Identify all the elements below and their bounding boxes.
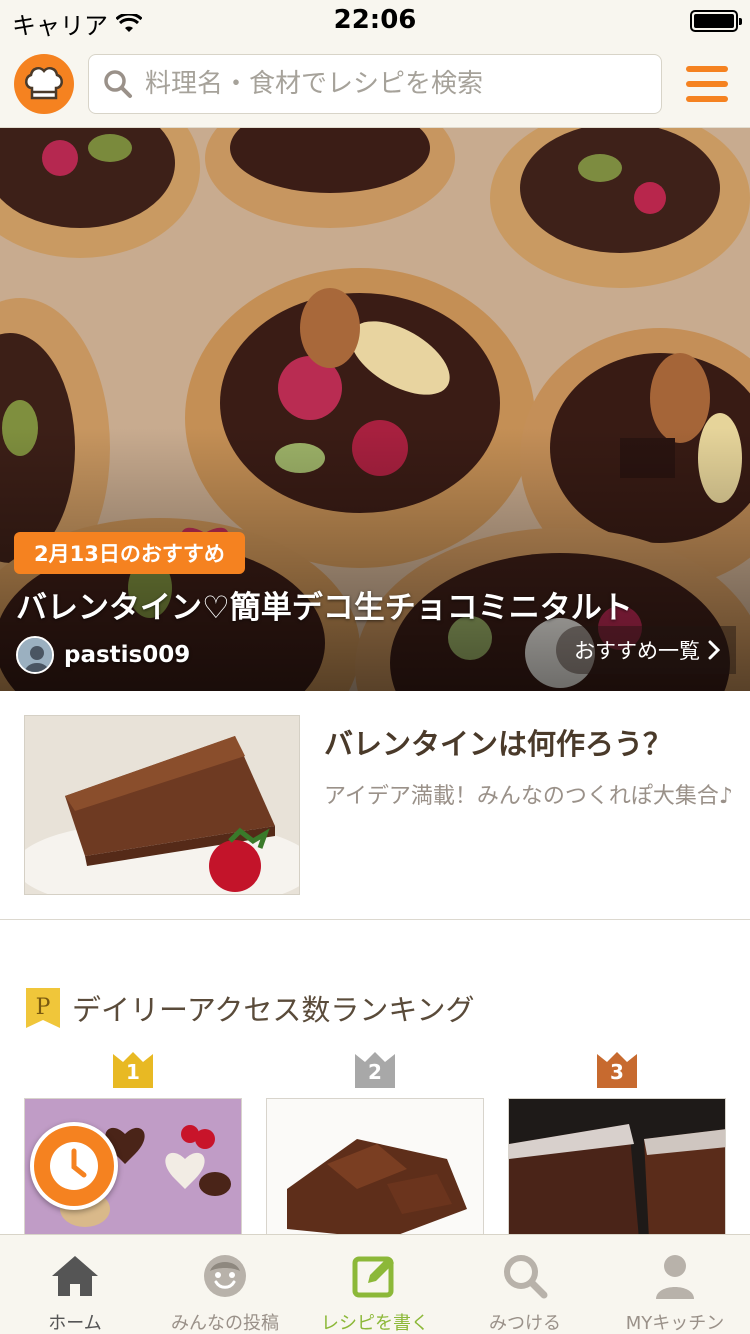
carrier-label: キャリア	[12, 12, 108, 40]
clock-icon	[50, 1142, 98, 1190]
search-bar[interactable]	[88, 54, 662, 114]
feature-thumbnail	[24, 715, 300, 895]
rank-number: 1	[126, 1060, 140, 1084]
status-bar: キャリア 22:06	[0, 0, 750, 40]
tab-my-kitchen[interactable]: MYキッチン	[600, 1235, 750, 1334]
app-header	[0, 40, 750, 128]
bottom-tab-bar: ホーム みんなの投稿 レシピを書く みつける MYキッチン	[0, 1234, 750, 1334]
tab-label: みんなの投稿	[171, 1313, 279, 1334]
search-icon	[500, 1251, 550, 1301]
tab-label: レシピを書く	[321, 1313, 429, 1334]
tab-everyone-posts[interactable]: みんなの投稿	[150, 1235, 300, 1334]
edit-note-icon	[350, 1251, 400, 1301]
ranking-title: デイリーアクセス数ランキング	[72, 993, 475, 1027]
author-name: pastis009	[64, 642, 191, 668]
recommendation-list-label: おすすめ一覧	[574, 639, 700, 663]
history-timer-button[interactable]	[30, 1122, 118, 1210]
tab-label: ホーム	[48, 1313, 102, 1334]
crown-gold-icon: 1	[112, 1050, 154, 1090]
ranking-header: P デイリーアクセス数ランキング	[24, 986, 475, 1030]
recommendation-date-badge: 2月13日のおすすめ	[14, 532, 245, 574]
search-input[interactable]	[145, 69, 625, 99]
hero-banner[interactable]: 2月13日のおすすめ バレンタイン♡簡単デコ生チョコミニタルト pastis00…	[0, 128, 750, 691]
smile-face-icon	[200, 1251, 250, 1301]
ranking-thumbnail	[508, 1098, 726, 1238]
ranking-item[interactable]: 2	[266, 1050, 484, 1238]
user-icon	[650, 1251, 700, 1301]
feature-card[interactable]: バレンタインは何作ろう？ アイデア満載！みんなのつくれぽ大集合♪	[0, 691, 750, 920]
hero-author[interactable]: pastis009	[16, 636, 190, 674]
svg-text:P: P	[36, 995, 51, 1020]
ranking-item[interactable]: 3	[508, 1050, 726, 1238]
recommendation-list-button[interactable]: おすすめ一覧	[556, 626, 736, 674]
chef-hat-icon[interactable]	[14, 54, 74, 114]
feature-title: バレンタインは何作ろう？	[324, 727, 673, 761]
carrier-info: キャリア	[12, 6, 142, 41]
chevron-right-icon	[708, 640, 720, 660]
search-icon	[104, 70, 132, 98]
premium-badge-icon: P	[24, 986, 62, 1030]
home-icon	[50, 1251, 100, 1301]
crown-bronze-icon: 3	[596, 1050, 638, 1090]
tab-discover[interactable]: みつける	[450, 1235, 600, 1334]
hero-recipe-title[interactable]: バレンタイン♡簡単デコ生チョコミニタルト	[16, 582, 736, 627]
crown-silver-icon: 2	[354, 1050, 396, 1090]
feature-description: アイデア満載！みんなのつくれぽ大集合♪	[324, 784, 733, 809]
rank-number: 2	[368, 1060, 382, 1084]
ranking-thumbnail	[266, 1098, 484, 1238]
tab-write-recipe[interactable]: レシピを書く	[300, 1235, 450, 1334]
rank-number: 3	[610, 1060, 624, 1084]
wifi-icon	[116, 13, 142, 32]
hamburger-menu-icon[interactable]	[686, 66, 728, 102]
avatar	[16, 636, 54, 674]
tab-label: MYキッチン	[625, 1313, 725, 1334]
tab-label: みつける	[489, 1313, 561, 1334]
tab-home[interactable]: ホーム	[0, 1235, 150, 1334]
battery-icon	[690, 10, 742, 32]
